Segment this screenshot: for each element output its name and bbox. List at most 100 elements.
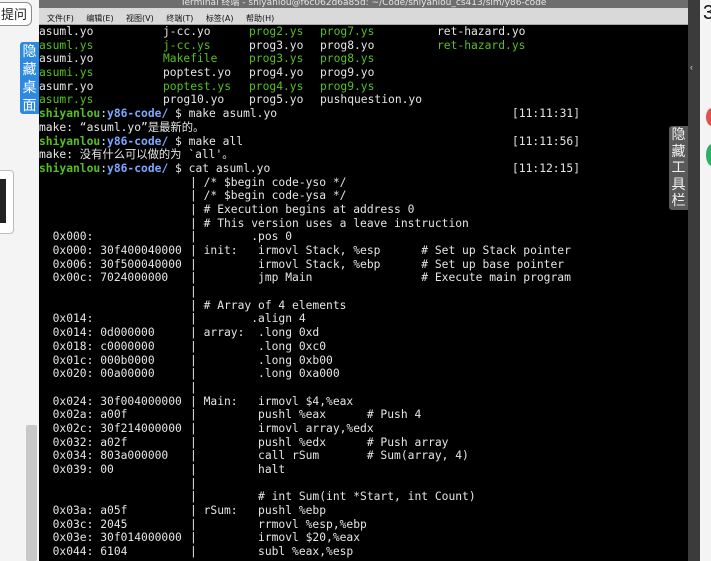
- timestamp: [11:11:31]: [512, 107, 581, 121]
- file-name: prog10.yo: [163, 93, 225, 107]
- listing-line: 0x02a: a00f | pushl %eax # Push 4: [39, 408, 422, 422]
- listing-line: |: [190, 476, 197, 490]
- listing-line: 0x02c: 30f214000000 | irmovl array,%edx: [39, 421, 374, 435]
- listing-line: | /* $begin code-yso */: [190, 175, 347, 189]
- file-name: ret-hazard.ys: [437, 38, 526, 52]
- command-session: shiyanlou:y86-code/ $ make asuml.yo [11:1…: [39, 107, 679, 175]
- page-number: 3: [703, 2, 711, 24]
- file-name: poptest.ys: [163, 79, 232, 93]
- prompt-path: y86-code/: [107, 134, 169, 148]
- menu-bar: 文件(F) 编辑(E) 视图(V) 终端(T) 标签(A) 帮助(H): [39, 8, 688, 25]
- command-text: $ cat asuml.yo: [168, 161, 271, 175]
- listing-line: 0x039: 00 | halt: [39, 463, 286, 476]
- listing-line: 0x03e: 30f014000000 | irmovl $20,%eax: [39, 531, 361, 545]
- file-listing: asuml.yo j-cc.yo prog2.ys prog7.ys ret-hazar…: [39, 25, 679, 107]
- file-name: prog5.yo: [249, 93, 304, 107]
- listing-line: 0x014: 0d000000 | array: .long 0xd: [39, 326, 320, 340]
- green-indicator-icon: [706, 144, 711, 166]
- file-name: ret-hazard.yo: [437, 25, 526, 38]
- prompt-line: shiyanlou:y86-code/ $ make all [11:11:56]: [39, 135, 679, 149]
- listing-line: 0x032: a02f | pushl %edx # Push array: [39, 435, 449, 449]
- red-indicator-icon: [706, 108, 711, 126]
- timestamp: [11:11:56]: [512, 134, 581, 148]
- prompt-path: y86-code/: [107, 107, 169, 121]
- listing-line: |: [190, 380, 197, 394]
- file-row: asumi.ys poptest.yo prog4.yo prog9.yo: [39, 66, 679, 80]
- file-name: prog3.yo: [249, 38, 304, 52]
- file-name: poptest.yo: [163, 66, 232, 80]
- command-output: make: “asuml.yo”是最新的。: [39, 120, 205, 134]
- side-widget: [0, 170, 14, 234]
- listing-line: 0x014: | .align 4: [39, 312, 306, 326]
- left-side-panel: 提问 隐藏桌面: [0, 0, 39, 561]
- ask-question-button[interactable]: 提问: [0, 2, 32, 26]
- listing-line: 0x03c: 2045 | rrmovl %esp,%ebp: [39, 517, 367, 531]
- prompt-user: shiyanlou: [39, 161, 101, 175]
- left-scrollbar[interactable]: [26, 425, 37, 561]
- file-name: prog8.ys: [320, 52, 375, 66]
- file-name: j-cc.ys: [163, 38, 211, 52]
- terminal-window: Terminal 终端 - shiyanlou@f6c062d6a85d: ~/…: [39, 0, 688, 561]
- listing-line: 0x000: | .pos 0: [39, 230, 293, 244]
- listing-line: 0x006: 30f500040000 | irmovl Stack, %ebp …: [39, 257, 565, 271]
- listing-line: 0x01c: 000b0000 | .long 0xb00: [39, 353, 333, 367]
- file-name: pushquestion.yo: [320, 93, 423, 107]
- file-name: prog2.ys: [249, 25, 304, 38]
- right-edge-panel: [700, 0, 711, 561]
- listing-line: 0x03a: a05f | rSum: pushl %ebp: [39, 504, 327, 518]
- file-row: asumr.yo poptest.ys prog4.ys prog9.ys: [39, 80, 679, 94]
- hide-desktop-button[interactable]: 隐藏桌面: [20, 42, 39, 114]
- file-name: prog9.yo: [320, 66, 375, 80]
- file-name: asuml.ys: [39, 38, 94, 52]
- prompt-path: y86-code/: [107, 161, 169, 175]
- file-name: asumr.ys: [39, 93, 94, 107]
- listing-line: | # This version uses a leave instructio…: [190, 216, 469, 230]
- file-name: asuml.yo: [39, 25, 94, 38]
- scroll-arrow-icon[interactable]: ‹: [690, 62, 693, 72]
- file-name: prog4.ys: [249, 79, 304, 93]
- terminal-output[interactable]: asuml.yo j-cc.yo prog2.ys prog7.ys ret-hazar…: [39, 25, 679, 561]
- listing-line: 0x034: 803a000000 | call rSum # Sum(array…: [39, 449, 469, 463]
- file-name: asumi.ys: [39, 66, 94, 80]
- command-output: make: 没有什么可以做的为 `all'。: [39, 148, 234, 162]
- window-title: Terminal 终端 - shiyanlou@f6c062d6a85d: ~/…: [180, 0, 547, 8]
- prompt-separator: :: [100, 161, 108, 175]
- command-text: $ make asuml.yo: [168, 107, 278, 121]
- file-name: prog8.yo: [320, 38, 375, 52]
- prompt-line: shiyanlou:y86-code/ $ cat asuml.yo [11:12…: [39, 162, 679, 176]
- listing-line: 0x000: 30f400040000 | init: irmovl Stack,…: [39, 244, 571, 257]
- file-name: asumr.yo: [39, 79, 94, 93]
- listing-line: 0x024: 30f004000000 | Main: irmovl $4,%ea…: [39, 394, 354, 408]
- file-name: prog3.ys: [249, 52, 304, 66]
- prompt-user: shiyanlou: [39, 107, 101, 121]
- prompt-separator: :: [100, 107, 108, 121]
- file-row: asuml.ys j-cc.ys prog3.yo prog8.yo ret-hazar…: [39, 39, 679, 53]
- listing-line: 0x044: 6104 | subl %eax,%esp: [39, 545, 354, 559]
- prompt-line: shiyanlou:y86-code/ $ make asuml.yo [11:1…: [39, 107, 679, 121]
- prompt-separator: :: [100, 134, 108, 148]
- listing-line: 0x018: c0000000 | .long 0xc0: [39, 339, 327, 353]
- timestamp: [11:12:15]: [512, 161, 581, 175]
- file-row: asuml.yo j-cc.yo prog2.ys prog7.ys ret-hazar…: [39, 25, 679, 39]
- file-name: Makefile: [163, 52, 218, 66]
- listing-line: 0x020: 00a00000 | .long 0xa000: [39, 367, 340, 381]
- listing-line: |: [190, 285, 197, 299]
- file-name: prog7.ys: [320, 25, 375, 38]
- terminal-scrollbar[interactable]: ‹: [688, 0, 700, 561]
- listing-line: | # int Sum(int *Start, int Count): [190, 490, 476, 504]
- listing-line: | # Execution begins at address 0: [190, 202, 415, 216]
- file-name: prog9.ys: [320, 79, 375, 93]
- file-row: asumi.yo Makefile prog3.ys prog8.ys: [39, 52, 679, 66]
- file-row: asumr.ys prog10.yo prog5.yo pushquestion.yo: [39, 93, 679, 107]
- file-name: asumi.yo: [39, 52, 94, 66]
- title-bar: Terminal 终端 - shiyanlou@f6c062d6a85d: ~/…: [39, 0, 688, 8]
- prompt-user: shiyanlou: [39, 134, 101, 148]
- file-name: j-cc.yo: [163, 25, 211, 38]
- listing-line: 0x00c: 7024000000 | jmp Main # Execute ma…: [39, 271, 571, 285]
- listing-line: | /* $begin code-ysa */: [190, 189, 347, 203]
- listing-line: | # Array of 4 elements: [190, 298, 347, 312]
- file-name: prog4.yo: [249, 66, 304, 80]
- hide-toolbar-button[interactable]: 隐藏工具栏: [669, 126, 688, 210]
- code-listing: | /* $begin code-yso */| /* $begin code-…: [39, 176, 679, 559]
- command-text: $ make all: [168, 134, 244, 148]
